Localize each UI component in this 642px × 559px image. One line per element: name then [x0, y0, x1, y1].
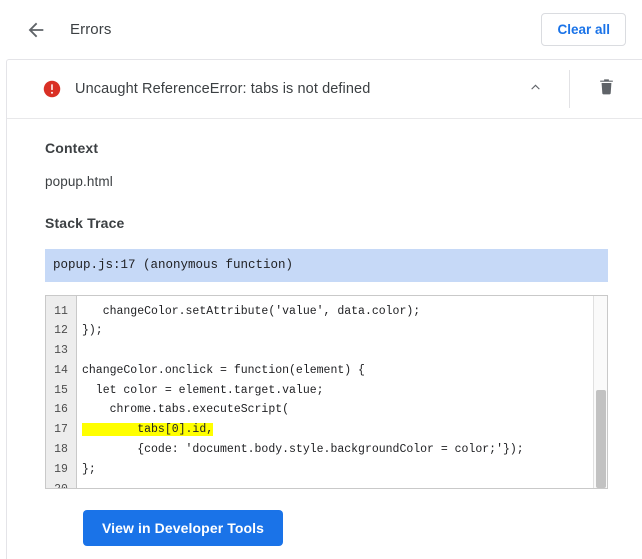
top-bar: Errors Clear all: [0, 0, 642, 59]
line-number: 13: [54, 344, 68, 358]
view-in-developer-tools-button[interactable]: View in Developer Tools: [83, 509, 284, 546]
trash-icon: [597, 77, 616, 101]
line-number-gutter: 11 12 13 14 15 16 17 18 19 20: [46, 295, 77, 488]
code-line: tabs[0].id,: [77, 420, 607, 440]
arrow-left-icon: [25, 19, 47, 41]
line-number: 14: [54, 363, 68, 377]
stack-trace-entry[interactable]: popup.js:17 (anonymous function): [45, 249, 608, 282]
stack-trace-label: Stack Trace: [45, 215, 125, 231]
context-value: popup.html: [45, 174, 113, 189]
line-number: 18: [54, 443, 68, 457]
page-title: Errors: [70, 21, 112, 38]
context-label: Context: [45, 140, 99, 156]
card-footer: View in Developer Tools: [45, 489, 608, 546]
line-number: 16: [54, 403, 68, 417]
error-card: Uncaught ReferenceError: tabs is not def…: [6, 59, 642, 559]
source-code-viewer: 11 12 13 14 15 16 17 18 19 20 changeColor.setAttr…: [45, 294, 608, 489]
code-line: let color = element.target.value;: [82, 383, 324, 397]
code-scrollbar-thumb[interactable]: [596, 389, 606, 488]
code-line: chrome.tabs.executeScript(: [82, 403, 290, 417]
collapse-button[interactable]: [513, 60, 557, 118]
code-line: });: [82, 324, 103, 338]
line-number: 11: [54, 304, 68, 318]
error-circle-icon: [43, 80, 61, 98]
code-line: changeColor.setAttribute('value', data.c…: [82, 304, 421, 318]
line-number: 17: [54, 423, 68, 437]
chevron-up-icon: [527, 78, 544, 100]
line-number: 20: [46, 480, 76, 488]
code-line: changeColor.onclick = function(element) …: [82, 363, 365, 377]
code-content[interactable]: changeColor.setAttribute('value', data.c…: [77, 296, 607, 488]
back-button[interactable]: [22, 16, 50, 44]
delete-error-button[interactable]: [570, 60, 642, 118]
line-number: 12: [54, 324, 68, 338]
error-header-row[interactable]: Uncaught ReferenceError: tabs is not def…: [7, 60, 642, 119]
highlighted-code: tabs[0].id,: [82, 423, 214, 437]
code-vertical-scrollbar[interactable]: [593, 295, 607, 488]
line-number: 15: [54, 383, 68, 397]
code-line: {code: 'document.body.style.backgroundCo…: [82, 443, 524, 457]
line-number: 19: [54, 462, 68, 476]
clear-all-button[interactable]: Clear all: [541, 12, 626, 47]
error-details: Context popup.html Stack Trace popup.js:…: [7, 119, 642, 546]
code-line: };: [82, 462, 96, 476]
error-title: Uncaught ReferenceError: tabs is not def…: [75, 81, 371, 97]
error-header-actions: [513, 60, 642, 118]
